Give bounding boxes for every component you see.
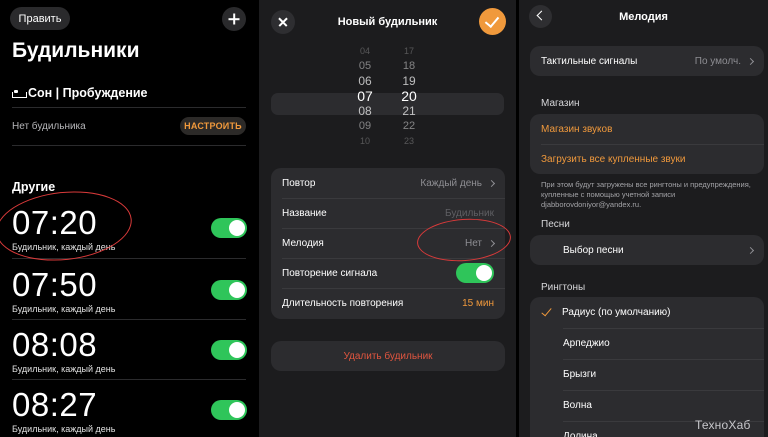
- divider: [12, 379, 246, 380]
- minute-option: 20: [401, 88, 417, 104]
- minute-option: 22: [402, 119, 416, 132]
- pick-song-row[interactable]: Выбор песни: [530, 235, 764, 265]
- confirm-button[interactable]: [479, 8, 506, 35]
- ringtones-section-label: Рингтоны: [541, 282, 586, 293]
- repeat-label: Повтор: [282, 177, 316, 189]
- songs-group: Выбор песни: [530, 235, 764, 265]
- delete-alarm-button[interactable]: Удалить будильник: [271, 341, 505, 371]
- chevron-right-icon: [487, 179, 496, 187]
- checkmark-icon: [541, 305, 552, 317]
- ringtone-label: Волна: [563, 400, 592, 411]
- page-title: Будильники: [12, 39, 140, 62]
- alarm-toggle[interactable]: [211, 218, 247, 238]
- ringtone-label: Арпеджио: [563, 338, 610, 349]
- no-alarm-text: Нет будильника: [12, 121, 86, 132]
- haptics-label: Тактильные сигналы: [541, 55, 638, 67]
- hour-option: 05: [358, 59, 372, 72]
- hour-option: 09: [358, 119, 372, 132]
- ringtone-row[interactable]: Арпеджио: [530, 328, 764, 359]
- add-alarm-button[interactable]: [222, 7, 246, 31]
- repeat-row[interactable]: Повтор Каждый день: [271, 168, 505, 198]
- ringtones-group: Радиус (по умолчанию) Арпеджио Брызги Волна…: [530, 297, 764, 437]
- ringtone-row[interactable]: Волна: [530, 390, 764, 421]
- time-picker[interactable]: 04 05 06 07 08 09 10 17 18 19 20 21 22 23: [259, 45, 516, 153]
- edit-button[interactable]: Править: [10, 7, 70, 30]
- ringtone-row[interactable]: Радиус (по умолчанию): [530, 297, 764, 328]
- new-alarm-screen: Новый будильник 04 05 06 07 08 09 10 17 18 19 20 2…: [259, 0, 516, 437]
- name-label: Название: [282, 207, 327, 219]
- minute-option: 17: [403, 45, 414, 56]
- alarm-toggle[interactable]: [211, 280, 247, 300]
- alarm-subtitle: Будильник, каждый день: [12, 364, 116, 374]
- ringtone-label: Брызги: [563, 369, 597, 380]
- alarm-row[interactable]: 08:27 Будильник, каждый день: [0, 386, 258, 437]
- download-purchased-link[interactable]: Загрузить все купленные звуки: [530, 144, 764, 174]
- chevron-right-icon: [746, 246, 755, 254]
- bed-icon: [12, 89, 27, 98]
- songs-section-label: Песни: [541, 219, 570, 230]
- ringtone-label: Радиус (по умолчанию): [562, 307, 671, 318]
- hour-option: 06: [358, 74, 372, 88]
- haptics-group: Тактильные сигналы По умолч.: [530, 46, 764, 76]
- duration-row[interactable]: Длительность повторения 15 мин: [271, 288, 505, 318]
- alarm-time: 07:50: [12, 266, 98, 303]
- divider: [12, 107, 246, 108]
- alarm-time: 08:08: [12, 326, 98, 363]
- chevron-right-icon: [746, 57, 755, 65]
- sleep-wake-label: Сон | Пробуждение: [28, 86, 148, 100]
- duration-label: Длительность повторения: [282, 297, 404, 309]
- alarms-screen: Править Будильники Сон | Пробуждение Нет…: [0, 0, 258, 437]
- minute-option: 19: [402, 74, 416, 88]
- screen-title: Новый будильник: [337, 16, 438, 28]
- duration-value: 15 мин: [462, 297, 494, 309]
- alarm-subtitle: Будильник, каждый день: [12, 424, 116, 434]
- haptics-row[interactable]: Тактильные сигналы По умолч.: [530, 46, 764, 76]
- hour-option: 10: [359, 135, 370, 146]
- divider: [12, 319, 246, 320]
- setup-button[interactable]: НАСТРОИТЬ: [180, 117, 246, 135]
- download-purchased-label: Загрузить все купленные звуки: [541, 153, 686, 165]
- store-group: Магазин звуков Загрузить все купленные з…: [530, 114, 764, 174]
- watermark: ТехноХаб: [695, 418, 751, 432]
- others-heading: Другие: [12, 180, 56, 194]
- pick-song-label: Выбор песни: [563, 244, 624, 256]
- alarm-toggle[interactable]: [211, 400, 247, 420]
- snooze-row: Повторение сигнала: [271, 258, 505, 288]
- store-section-label: Магазин: [541, 98, 580, 109]
- screen-title: Мелодия: [619, 11, 668, 23]
- divider: [12, 145, 246, 146]
- snooze-label: Повторение сигнала: [282, 267, 378, 279]
- sleep-wake-heading: Сон | Пробуждение: [12, 86, 148, 100]
- repeat-value: Каждый день: [420, 177, 482, 189]
- sound-store-link[interactable]: Магазин звуков: [530, 114, 764, 144]
- alarm-time: 08:27: [12, 386, 98, 423]
- hour-option: 08: [358, 104, 372, 118]
- hour-option: 04: [359, 45, 370, 56]
- minute-option: 21: [402, 104, 416, 118]
- alarm-subtitle: Будильник, каждый день: [12, 304, 116, 314]
- haptics-value: По умолч.: [694, 55, 741, 67]
- snooze-toggle[interactable]: [456, 263, 494, 283]
- alarm-toggle[interactable]: [211, 340, 247, 360]
- minute-option: 18: [402, 59, 416, 72]
- store-note: При этом будут загружены все рингтоны и …: [541, 180, 751, 209]
- name-field[interactable]: Будильник: [445, 208, 494, 219]
- minute-option: 23: [403, 135, 414, 146]
- sound-store-label: Магазин звуков: [541, 123, 613, 135]
- picker-selection-bar: [271, 93, 504, 115]
- melody-screen: Мелодия Тактильные сигналы По умолч. Маг…: [519, 0, 768, 437]
- ringtone-row[interactable]: Брызги: [530, 359, 764, 390]
- hour-option: 07: [357, 88, 373, 104]
